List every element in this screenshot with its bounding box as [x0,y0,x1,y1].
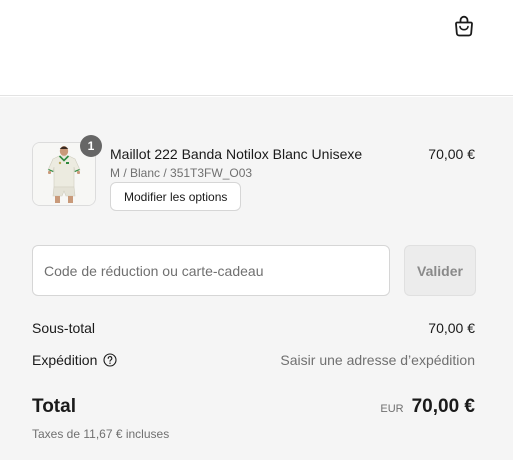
currency-code: EUR [380,403,404,415]
total-value: EUR 70,00 € [380,396,475,418]
product-title: Maillot 222 Banda Notilox Blanc Unisexe [110,146,363,162]
total-amount: 70,00 € [411,396,475,417]
total-label: Total [32,396,76,417]
modify-options-button[interactable]: Modifier les options [110,182,242,211]
product-variant: M / Blanc / 351T3FW_O03 [110,166,253,180]
shopping-bag-icon [455,15,473,37]
subtotal-label: Sous-total [32,320,96,336]
checkout-header [0,0,513,96]
subtotal-value: 70,00 € [428,320,475,336]
discount-code-input[interactable] [32,245,390,296]
shipping-row: Expédition [32,352,117,368]
cart-button[interactable] [453,14,475,38]
product-price: 70,00 € [428,146,475,162]
shipping-label: Expédition [32,352,98,368]
quantity-badge: 1 [80,135,102,157]
shipping-value: Saisir une adresse d’expédition [280,352,475,368]
apply-discount-button[interactable]: Valider [404,245,476,296]
question-circle-icon[interactable] [103,353,117,367]
taxes-note: Taxes de 11,67 € incluses [32,427,170,441]
